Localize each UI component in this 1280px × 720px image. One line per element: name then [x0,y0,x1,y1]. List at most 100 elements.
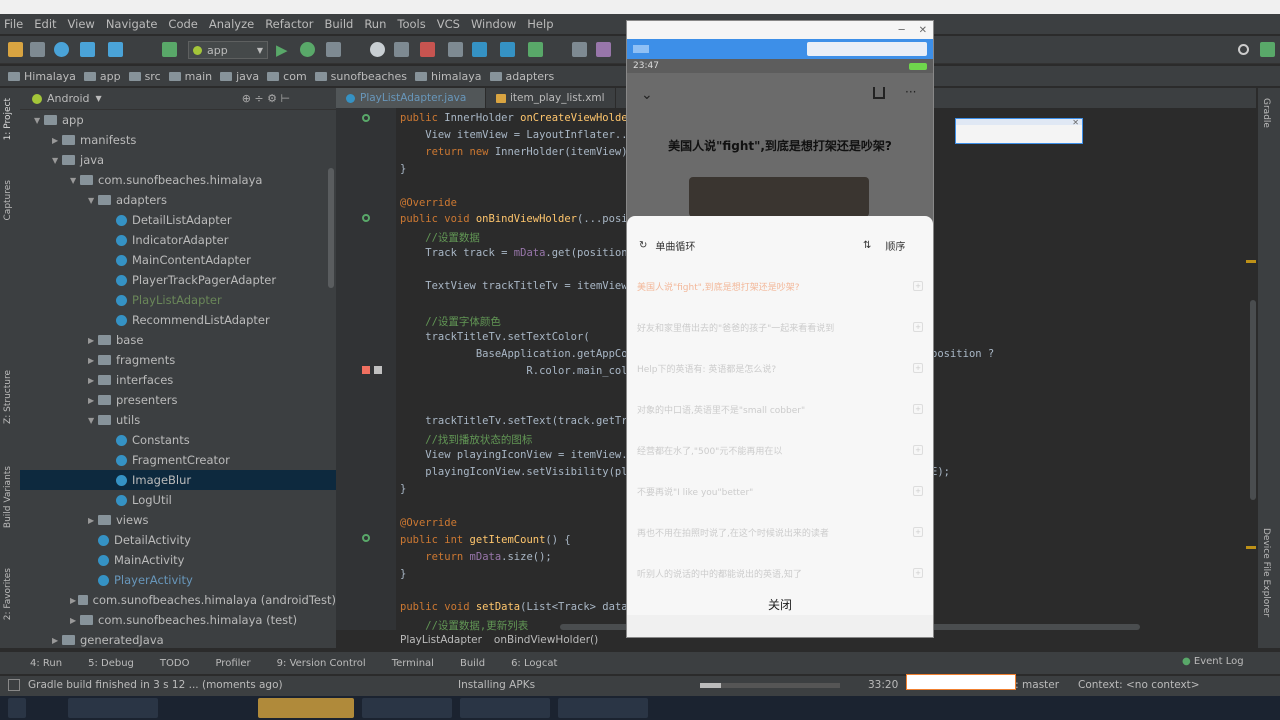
chevron-down-icon[interactable]: ▼ [52,156,62,165]
sync-icon[interactable] [54,42,69,57]
bottom-tool-button[interactable]: 6: Logcat [511,658,557,669]
tree-item[interactable]: DetailActivity [20,530,336,550]
chevron-down-icon[interactable]: ▼ [88,416,98,425]
add-icon[interactable]: + [913,404,923,414]
tree-item[interactable]: ▶ manifests [20,130,336,150]
breadcrumb-item[interactable]: adapters [489,70,554,83]
editor-v-scrollbar[interactable] [1250,300,1256,500]
sync-gradle-icon[interactable] [448,42,463,57]
taskbar-app-other[interactable] [460,698,550,718]
code-line[interactable]: public int getItemCount() { [400,534,571,546]
emulator-controls[interactable] [807,42,927,56]
add-icon[interactable]: + [913,486,923,496]
breadcrumb-item[interactable]: java [220,70,259,83]
tree-item[interactable]: PlayerTrackPagerAdapter [20,270,336,290]
add-icon[interactable]: + [913,363,923,373]
tree-item[interactable]: IndicatorAdapter [20,230,336,250]
run-config-select[interactable]: app ▼ [188,41,268,59]
floating-tool-popup[interactable]: ✕ [955,118,1083,144]
code-line[interactable]: trackTitleTv.setTextColor( [400,331,589,343]
back-chevron-icon[interactable]: ⌄ [641,87,653,103]
code-line[interactable]: //设置数据,更新列表 [400,618,528,633]
tab-playlistadapter[interactable]: PlayListAdapter.java [336,88,486,108]
chevron-down-icon[interactable]: ▼ [88,196,98,205]
close-icon[interactable]: ✕ [1072,118,1079,127]
close-icon[interactable]: ✕ [919,25,927,36]
close-sheet-button[interactable]: 关闭 [627,596,933,613]
menu-item-refactor[interactable]: Refactor [265,17,313,31]
bottom-tool-button[interactable]: TODO [160,658,190,669]
menu-item-run[interactable]: Run [364,17,386,31]
breadcrumb-item[interactable]: himalaya [414,70,482,83]
sort-order-button[interactable]: ⇅ 顺序 [863,238,905,253]
start-icon[interactable] [8,698,26,718]
avd-manager-icon[interactable] [472,42,487,57]
menu-item-view[interactable]: View [68,17,95,31]
override-marker-icon[interactable] [362,114,370,122]
project-tool-button[interactable]: 1: Project [3,98,13,140]
tree-item[interactable]: ▶ com.sunofbeaches.himalaya (test) [20,610,336,630]
tree-item[interactable]: RecommendListAdapter [20,310,336,330]
run-icon[interactable]: ▶ [276,41,288,59]
add-icon[interactable]: + [913,445,923,455]
menu-item-edit[interactable]: Edit [34,17,56,31]
make-project-icon[interactable] [162,42,177,57]
cursor-position[interactable]: 33:20 [868,679,898,691]
taskbar-app-emulator[interactable] [362,698,452,718]
chevron-right-icon[interactable]: ▶ [52,136,62,145]
tree-item[interactable]: MainContentAdapter [20,250,336,270]
playlist-item[interactable]: 不要再说"I like you"better" + [637,481,923,501]
code-line[interactable]: //找到播放状态的图标 [400,432,532,447]
bottom-tool-button[interactable]: Terminal [392,658,434,669]
tree-item[interactable]: ▼ com.sunofbeaches.himalaya [20,170,336,190]
undo-icon[interactable] [80,42,95,57]
tree-item[interactable]: ▶ interfaces [20,370,336,390]
breadcrumb-item[interactable]: app [83,70,121,83]
playlist-item[interactable]: Help下的英语有: 英语都是怎么说? + [637,358,923,378]
menu-item-tools[interactable]: Tools [397,17,425,31]
structure-tool-button[interactable]: Z: Structure [3,370,13,424]
tree-item[interactable]: Constants [20,430,336,450]
structure-icon[interactable] [572,42,587,57]
taskbar-app-browser[interactable] [68,698,158,718]
breadcrumb-item[interactable]: Himalaya [8,70,76,83]
chevron-down-icon[interactable]: ▼ [70,176,80,185]
tree-item[interactable]: ▼ utils [20,410,336,430]
tree-item[interactable]: ▶ presenters [20,390,336,410]
tree-item[interactable]: ▶ generatedJava [20,630,336,650]
more-icon[interactable]: ··· [905,85,916,99]
tree-item[interactable]: FragmentCreator [20,450,336,470]
code-line[interactable]: public InnerHolder onCreateViewHolder(..… [400,112,659,124]
profile-icon[interactable] [370,42,385,57]
chevron-right-icon[interactable]: ▶ [88,376,98,385]
chevron-right-icon[interactable]: ▶ [88,396,98,405]
status-toggle-icon[interactable] [8,679,20,691]
override-marker-icon[interactable] [362,214,370,222]
warning-marker[interactable] [1246,546,1256,549]
favorites-tool-button[interactable]: 2: Favorites [3,568,13,620]
code-line[interactable]: @Override [400,517,457,529]
device-file-explorer-button[interactable]: Device File Explorer [1261,528,1271,617]
sdk-manager-icon[interactable] [500,42,515,57]
menu-item-navigate[interactable]: Navigate [106,17,158,31]
code-line[interactable]: Track track = mData.get(position); [400,247,640,259]
bottom-tool-button[interactable]: 9: Version Control [277,658,366,669]
chevron-down-icon[interactable]: ▼ [96,94,102,103]
tree-item[interactable]: ▶ com.sunofbeaches.himalaya (androidTest) [20,590,336,610]
tree-item[interactable]: ImageBlur [20,470,336,490]
menu-item-file[interactable]: File [4,17,23,31]
add-icon[interactable]: + [913,281,923,291]
revert-icon[interactable] [596,42,611,57]
chevron-right-icon[interactable]: ▶ [88,516,98,525]
menu-item-vcs[interactable]: VCS [437,17,460,31]
code-line[interactable]: } [400,568,406,580]
play-mode-button[interactable]: ↻ 单曲循环 [639,238,695,253]
code-line[interactable]: return new InnerHolder(itemView); [400,146,634,158]
bottom-tool-button[interactable]: Profiler [215,658,250,669]
menu-item-code[interactable]: Code [168,17,197,31]
project-view-mode[interactable]: Android [47,92,90,105]
chevron-right-icon[interactable]: ▶ [52,636,62,645]
breadcrumb-item[interactable]: com [267,70,307,83]
code-line[interactable]: //设置数据 [400,230,480,245]
panel-settings-icon[interactable]: ⊕ ÷ ⚙ ⊢ [242,92,290,105]
